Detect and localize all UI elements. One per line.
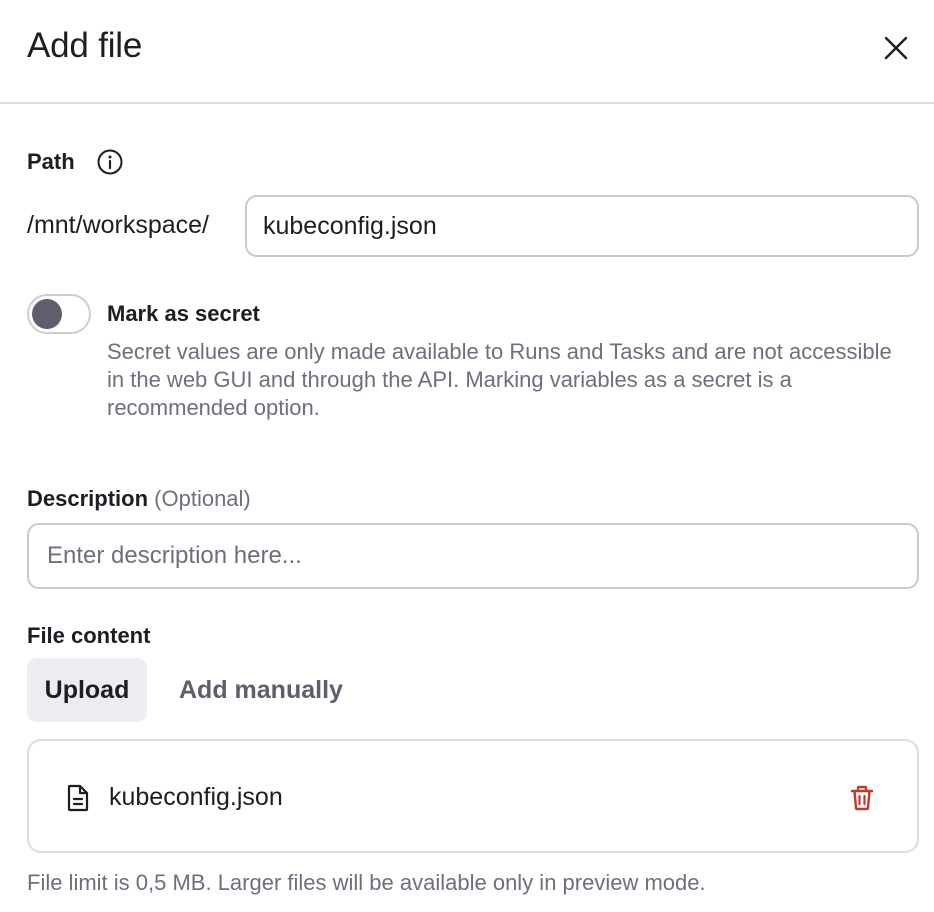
path-label: Path (27, 149, 75, 174)
secret-label: Mark as secret (107, 301, 260, 326)
description-label-text: Description (27, 486, 149, 511)
close-icon (884, 36, 908, 60)
path-input[interactable] (245, 195, 919, 257)
uploaded-file-item: kubeconfig.json (27, 739, 919, 853)
file-icon (67, 784, 89, 812)
file-content-label: File content (27, 623, 151, 648)
secret-toggle[interactable] (27, 294, 91, 334)
add-file-dialog: Add file Path /mnt/workspace/ Mark as se… (0, 0, 934, 912)
info-icon[interactable] (96, 148, 124, 176)
secret-help-text: Secret values are only made available to… (107, 339, 892, 420)
dialog-header: Add file (0, 0, 934, 104)
path-prefix: /mnt/workspace/ (27, 211, 210, 239)
description-label: Description (Optional) (27, 486, 251, 512)
description-input[interactable] (27, 523, 919, 589)
tab-upload[interactable]: Upload (27, 658, 147, 722)
close-button[interactable] (880, 32, 912, 64)
dialog-title: Add file (27, 26, 143, 65)
trash-icon (850, 785, 874, 811)
delete-file-button[interactable] (847, 783, 877, 813)
file-limit-note: File limit is 0,5 MB. Larger files will … (27, 870, 706, 895)
toggle-knob (32, 299, 62, 329)
tab-add-manually[interactable]: Add manually (179, 658, 343, 722)
file-name: kubeconfig.json (109, 783, 283, 811)
optional-hint: (Optional) (154, 486, 251, 511)
